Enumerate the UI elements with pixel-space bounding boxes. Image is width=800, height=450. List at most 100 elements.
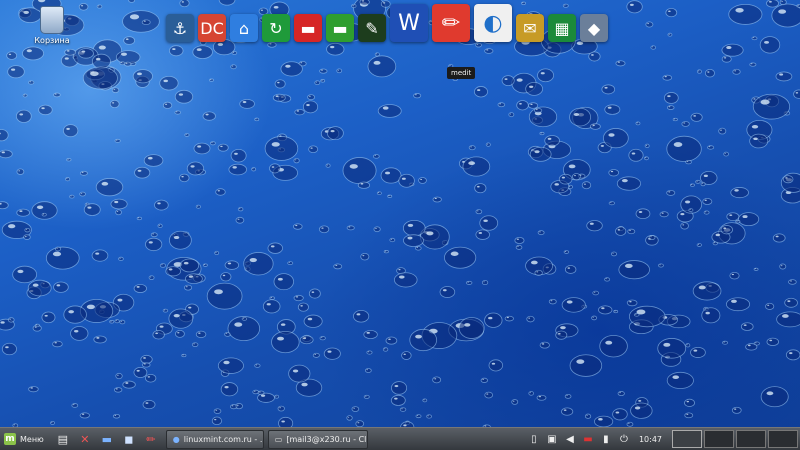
water-drop bbox=[738, 212, 760, 227]
home-folder-icon[interactable]: ⌂ bbox=[230, 14, 258, 42]
water-drop bbox=[293, 157, 300, 164]
volume-tray-icon[interactable]: ◀ bbox=[563, 432, 577, 446]
mail-task-icon: ▭ bbox=[274, 434, 283, 444]
water-drop bbox=[561, 297, 586, 313]
word-icon[interactable]: W bbox=[390, 4, 428, 42]
water-drop bbox=[133, 284, 147, 293]
folder-launcher-icon[interactable]: ▬ bbox=[99, 431, 115, 447]
water-drop-highlight bbox=[723, 57, 727, 59]
battery-tray-icon[interactable]: ▮ bbox=[599, 432, 613, 446]
taskbar-item-mail[interactable]: ▭ [mail3@x230.ru - Cl... bbox=[267, 429, 368, 449]
keyboard-layout-flag-icon[interactable]: ▬ bbox=[581, 432, 595, 446]
envelope-icon[interactable]: ✉ bbox=[516, 14, 544, 42]
workspace-2[interactable] bbox=[704, 430, 734, 448]
workspace-3[interactable] bbox=[736, 430, 766, 448]
water-drop-highlight bbox=[327, 350, 332, 353]
spreadsheet-icon[interactable]: ▦ bbox=[548, 14, 576, 42]
network-tray-icon[interactable]: ▣ bbox=[545, 432, 559, 446]
water-drop bbox=[665, 7, 678, 18]
water-drop-highlight bbox=[423, 399, 425, 401]
water-drop bbox=[684, 398, 696, 407]
water-drop-highlight bbox=[782, 314, 789, 318]
docs-launcher-icon[interactable]: ✕ bbox=[77, 431, 93, 447]
red-folder-icon[interactable]: ▬ bbox=[294, 14, 322, 42]
browser-launcher-icon[interactable]: ◼ bbox=[121, 431, 137, 447]
water-drop-highlight bbox=[668, 10, 671, 12]
water-drop-highlight bbox=[173, 235, 180, 240]
sync-icon[interactable]: ↻ bbox=[262, 14, 290, 42]
water-drop-highlight bbox=[239, 208, 241, 209]
water-drop-highlight bbox=[114, 414, 117, 416]
water-drop bbox=[280, 61, 303, 77]
water-drop bbox=[230, 149, 247, 163]
water-drop bbox=[114, 138, 121, 143]
water-drop bbox=[555, 330, 568, 340]
water-drop-highlight bbox=[476, 44, 479, 45]
water-drop bbox=[217, 357, 244, 374]
water-drop bbox=[657, 338, 687, 359]
water-drop bbox=[193, 142, 211, 155]
workspace-4[interactable] bbox=[768, 430, 798, 448]
anchor-icon[interactable]: ⚓ bbox=[166, 14, 194, 42]
water-drop-highlight bbox=[86, 304, 95, 310]
water-drop-highlight bbox=[715, 233, 721, 237]
water-drop-highlight bbox=[234, 152, 238, 155]
water-drop-highlight bbox=[403, 353, 406, 355]
trash-desktop-icon[interactable]: Корзина bbox=[24, 6, 80, 45]
water-drop-highlight bbox=[517, 246, 519, 248]
taskbar-item-browser[interactable]: ● linuxmint.com.ru - ... bbox=[165, 429, 264, 449]
water-drop bbox=[793, 89, 800, 99]
water-drops bbox=[0, 0, 800, 433]
pen-launcher-icon[interactable]: ✏ bbox=[143, 431, 159, 447]
clock[interactable]: 10:47 bbox=[639, 435, 662, 444]
water-drop-highlight bbox=[19, 113, 24, 116]
water-drop bbox=[319, 336, 326, 341]
water-drop bbox=[79, 170, 88, 176]
water-drop-highlight bbox=[576, 359, 585, 364]
water-drop bbox=[779, 263, 787, 270]
water-drop-highlight bbox=[467, 281, 469, 283]
water-drop bbox=[528, 391, 534, 396]
water-drop-highlight bbox=[1, 151, 5, 154]
water-drop-highlight bbox=[536, 271, 539, 273]
water-drop-highlight bbox=[114, 200, 119, 204]
water-drop-highlight bbox=[115, 320, 117, 322]
docs-icon[interactable]: DC bbox=[198, 14, 226, 42]
water-drop-highlight bbox=[797, 5, 799, 6]
power-tray-icon[interactable]: ⏻ bbox=[617, 432, 631, 446]
document-tray-icon[interactable]: ▯ bbox=[527, 432, 541, 446]
menu-button[interactable]: m Меню bbox=[0, 428, 52, 450]
libreoffice-icon[interactable]: ◐ bbox=[474, 4, 512, 42]
water-drop-highlight bbox=[638, 211, 643, 213]
water-drop bbox=[217, 143, 229, 152]
water-drop-highlight bbox=[538, 396, 542, 398]
water-drop bbox=[118, 256, 124, 261]
water-drop-highlight bbox=[610, 202, 612, 203]
water-drop bbox=[775, 71, 793, 82]
water-drop-highlight bbox=[697, 244, 700, 245]
water-drop-highlight bbox=[752, 37, 755, 39]
workspace-1[interactable] bbox=[672, 430, 702, 448]
medit-icon[interactable]: ✏ bbox=[432, 4, 470, 42]
water-drop-highlight bbox=[117, 298, 123, 302]
book-icon[interactable]: ✎ bbox=[358, 14, 386, 42]
water-drop-highlight bbox=[95, 252, 100, 255]
water-drop bbox=[539, 131, 545, 136]
water-drop bbox=[514, 236, 525, 244]
water-drop-highlight bbox=[183, 261, 189, 265]
water-drop bbox=[666, 105, 675, 110]
water-drop bbox=[608, 201, 615, 206]
water-drop-highlight bbox=[547, 137, 552, 140]
water-drop bbox=[516, 100, 529, 111]
water-drop-highlight bbox=[101, 181, 109, 186]
water-drop bbox=[78, 3, 89, 11]
water-drop bbox=[111, 87, 120, 93]
show-desktop-icon[interactable]: ▤ bbox=[55, 431, 71, 447]
water-drop-highlight bbox=[705, 311, 710, 315]
water-drop bbox=[465, 280, 473, 285]
water-drop bbox=[351, 406, 360, 412]
virtualbox-icon[interactable]: ◆ bbox=[580, 14, 608, 42]
water-drop-highlight bbox=[36, 205, 44, 210]
green-folder-icon[interactable]: ▬ bbox=[326, 14, 354, 42]
water-drop bbox=[7, 317, 15, 323]
